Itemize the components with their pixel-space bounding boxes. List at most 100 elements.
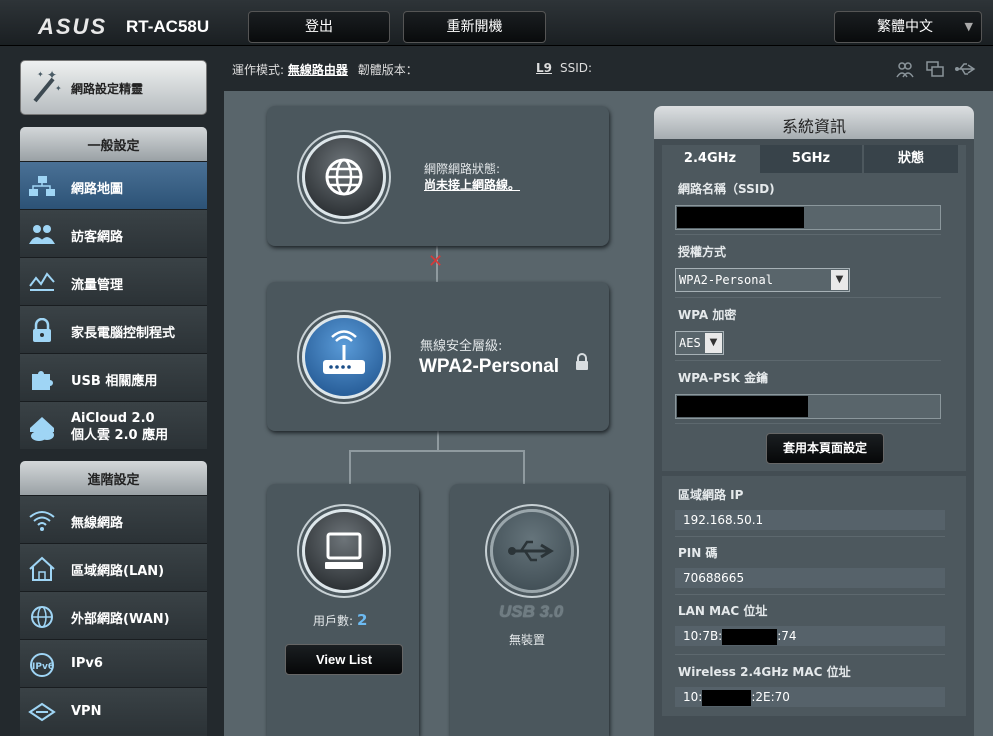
internet-status-label: 網際網路狀態: <box>424 162 501 176</box>
language-select[interactable]: 繁體中文 ▼ <box>834 11 982 43</box>
internet-status-link[interactable]: 尚未接上網路線。 <box>424 176 520 193</box>
home-icon <box>28 556 56 587</box>
svg-text:✦: ✦ <box>37 70 44 79</box>
advanced-settings-title: 進階設定 <box>20 461 207 495</box>
sidebar-item-traffic-manager[interactable]: 流量管理 <box>20 257 207 305</box>
tab-24ghz[interactable]: 2.4GHz <box>662 145 758 173</box>
ipv6-icon: IPv6 <box>28 652 56 683</box>
auth-method-select[interactable]: WPA2-Personal ▼ <box>675 268 850 292</box>
traffic-manager-icon <box>28 270 56 299</box>
sidebar-item-label: 家長電腦控制程式 <box>71 326 176 341</box>
disconnected-x-icon: ✕ <box>428 251 444 272</box>
globe-icon[interactable] <box>302 135 386 219</box>
clients-connector <box>349 450 351 484</box>
clients-count[interactable]: 2 <box>357 611 367 629</box>
divider <box>675 423 941 424</box>
users-status-icon[interactable] <box>895 60 915 78</box>
branch-connector <box>349 450 525 452</box>
usb-connector <box>523 450 525 484</box>
quick-setup-wizard-button[interactable]: ✦ ✦ ✦ 網路設定精靈 <box>20 60 207 115</box>
network-map-icon <box>28 174 56 203</box>
lan-ip-value: 192.168.50.1 <box>675 510 945 530</box>
sidebar-item-guest-network[interactable]: 訪客網路 <box>20 209 207 257</box>
pin-code-value: 70688665 <box>675 568 945 588</box>
sidebar-item-label: AiCloud 2.0 <box>71 411 155 426</box>
top-bar: ASUS RT-AC58U 登出 重新開機 繁體中文 ▼ <box>0 0 993 46</box>
usb-port-label: USB 3.0 <box>499 602 564 621</box>
lan-mac-label: LAN MAC 位址 <box>678 604 768 618</box>
op-mode-link[interactable]: 無線路由器 <box>288 63 348 77</box>
lan-ip-label: 區域網路 IP <box>678 488 744 502</box>
apply-settings-button[interactable]: 套用本頁面設定 <box>766 433 884 464</box>
usb-status-icon[interactable] <box>954 60 976 78</box>
divider <box>675 234 941 235</box>
system-info-title: 系統資訊 <box>654 106 974 139</box>
firmware-label: 韌體版本： <box>357 63 418 77</box>
wpa-psk-label: WPA-PSK 金鑰 <box>678 371 769 385</box>
divider <box>675 360 941 361</box>
usb-status: 無裝置 <box>509 633 546 647</box>
chevron-down-icon: ▼ <box>964 20 973 33</box>
sidebar-item-lan[interactable]: 區域網路(LAN) <box>20 543 207 591</box>
devices-status-icon[interactable] <box>925 60 945 78</box>
wpa-psk-field[interactable] <box>675 394 941 419</box>
auth-method-label: 授權方式 <box>678 245 727 259</box>
clients-label: 用戶數: <box>313 614 354 628</box>
sidebar-item-vpn[interactable]: VPN <box>20 687 207 735</box>
pin-code-label: PIN 碼 <box>678 546 718 560</box>
sidebar-item-ipv6[interactable]: IPv6 IPv6 <box>20 639 207 687</box>
lan-mac-prefix: 10:7B: <box>683 629 723 643</box>
sidebar-item-label: 無線網路 <box>71 516 124 531</box>
view-list-button[interactable]: View List <box>285 644 403 675</box>
ssid-prefix[interactable]: L9 <box>536 61 552 75</box>
wifi-icon <box>28 508 56 537</box>
usb-icon[interactable] <box>490 509 574 593</box>
router-icon[interactable] <box>302 315 386 399</box>
ssid-redaction <box>677 207 804 228</box>
general-settings-title: 一般設定 <box>20 127 207 161</box>
wireless-mac-redaction <box>702 689 752 706</box>
clients-count-row: 用戶數: 2 <box>313 611 367 629</box>
logout-button[interactable]: 登出 <box>248 11 390 43</box>
sidebar-item-label: 訪客網路 <box>71 230 124 245</box>
guest-network-icon <box>28 222 56 251</box>
lan-mac-value: 10:7B: :74 <box>675 626 945 646</box>
sidebar-item-label: 外部網路(WAN) <box>71 612 170 627</box>
aicloud-icon <box>28 414 56 447</box>
tab-status[interactable]: 狀態 <box>864 145 958 173</box>
lan-mac-suffix: :74 <box>777 629 797 643</box>
wpa-encryption-label: WPA 加密 <box>678 308 737 322</box>
svg-text:IPv6: IPv6 <box>32 662 54 672</box>
security-level-value: WPA2-Personal <box>419 356 560 377</box>
ssid-field[interactable] <box>675 205 941 230</box>
sidebar-item-label: 區域網路(LAN) <box>71 564 165 579</box>
chevron-down-icon: ▼ <box>705 333 722 353</box>
sidebar-item-wireless[interactable]: 無線網路 <box>20 495 207 543</box>
status-line: 運作模式: 無線路由器 韌體版本： <box>232 61 418 78</box>
reboot-button[interactable]: 重新開機 <box>403 11 546 43</box>
ssid-status: L9 SSID: <box>536 61 592 75</box>
psk-redaction <box>677 396 808 417</box>
svg-text:✦: ✦ <box>55 84 62 93</box>
wpa-encryption-value: AES <box>679 336 701 350</box>
divider <box>675 654 945 655</box>
sidebar-item-network-map[interactable]: 網路地圖 <box>20 161 207 209</box>
wireless-mac-suffix: :2E:70 <box>751 690 790 704</box>
language-label: 繁體中文 <box>877 19 933 35</box>
advanced-settings-menu: 進階設定 無線網路 區域網路(LAN) 外部網路(WAN) IPv6 IPv6 … <box>20 461 207 736</box>
usb-puzzle-icon <box>28 366 56 397</box>
monitor-icon[interactable] <box>302 509 386 593</box>
sidebar-item-label: 網路地圖 <box>71 182 124 197</box>
divider <box>675 594 945 595</box>
wpa-encryption-select[interactable]: AES ▼ <box>675 331 724 355</box>
sidebar-item-aicloud[interactable]: AiCloud 2.0 個人雲 2.0 應用 <box>20 401 207 449</box>
tab-5ghz[interactable]: 5GHz <box>760 145 862 173</box>
sidebar-item-parental-control[interactable]: 家長電腦控制程式 <box>20 305 207 353</box>
padlock-icon <box>574 353 590 375</box>
op-mode-label: 運作模式: <box>232 63 285 77</box>
sidebar-item-wan[interactable]: 外部網路(WAN) <box>20 591 207 639</box>
sidebar-item-usb-application[interactable]: USB 相關應用 <box>20 353 207 401</box>
parental-lock-icon <box>28 317 56 349</box>
model-name: RT-AC58U <box>126 17 210 36</box>
asus-logo: ASUS <box>38 14 108 39</box>
